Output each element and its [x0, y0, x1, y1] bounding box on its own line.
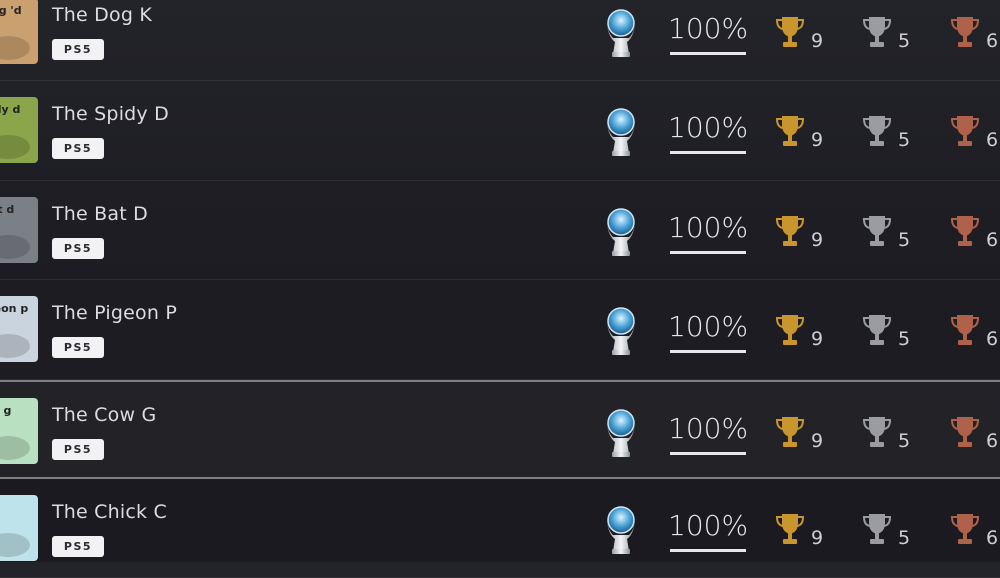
gold-trophy-count: 9 [811, 30, 824, 52]
silver-trophy-icon [863, 116, 891, 147]
platinum-trophy-icon [607, 9, 635, 57]
gold-trophy-count: 9 [811, 526, 824, 549]
platinum-trophy-icon [607, 108, 635, 157]
game-row[interactable]: pidy d The Spidy D PS5 100% [0, 81, 1000, 181]
svg-text:pidy d: pidy d [0, 103, 20, 116]
progress-bar [670, 548, 746, 552]
bronze-trophy-count: 6 [986, 228, 999, 251]
game-thumbnail-image: ow g [0, 397, 38, 464]
gold-trophy-count: 9 [811, 429, 824, 452]
svg-text:Dog 'd: Dog 'd [0, 4, 22, 17]
progress-percentage: 100% [668, 508, 749, 542]
game-title: The Pigeon P [52, 302, 178, 325]
gold-trophy-count: 9 [811, 228, 824, 251]
gold-trophy-count: 9 [811, 129, 824, 152]
bronze-trophy-icon [951, 513, 979, 544]
progress-bar [670, 451, 746, 455]
progress-bar [670, 250, 746, 254]
bronze-trophy-icon [951, 315, 979, 346]
platform-badge: PS5 [52, 39, 104, 60]
progress-bar [670, 350, 746, 354]
silver-trophy-icon [863, 513, 891, 544]
silver-trophy-icon [863, 315, 891, 346]
silver-trophy-count: 5 [898, 328, 911, 351]
progress-percentage: 100% [668, 210, 749, 244]
game-thumbnail [0, 494, 38, 561]
game-thumbnail: Dog 'd [0, 0, 38, 64]
game-thumbnail: igeon p [0, 296, 38, 363]
gold-trophy-icon [776, 17, 804, 47]
bronze-trophy-icon [951, 17, 979, 47]
progress-percentage: 100% [668, 111, 749, 145]
game-thumbnail-image: pidy d [0, 97, 38, 164]
platform-badge: PS5 [52, 138, 104, 160]
game-thumbnail-image [0, 494, 38, 561]
silver-trophy-count: 5 [898, 526, 911, 549]
silver-trophy-icon [863, 215, 891, 246]
gold-trophy-icon [776, 315, 804, 346]
gold-trophy-icon [776, 116, 804, 147]
progress-bar [670, 151, 746, 155]
bronze-trophy-count: 6 [986, 429, 999, 452]
svg-text:igeon p: igeon p [0, 302, 28, 315]
gold-trophy-icon [776, 416, 804, 447]
game-row[interactable]: bat d The Bat D PS5 100% [0, 181, 1000, 281]
game-title: The Dog K [52, 4, 152, 26]
game-thumbnail: bat d [0, 196, 38, 263]
silver-trophy-count: 5 [898, 228, 911, 251]
game-title: The Spidy D [52, 103, 169, 126]
trophy-game-list: Dog 'd The Dog K PS5 100% [0, 0, 1000, 578]
progress-percentage: 100% [668, 411, 749, 445]
silver-trophy-count: 5 [898, 429, 911, 452]
svg-text:bat d: bat d [0, 203, 14, 216]
game-title: The Chick C [52, 500, 167, 523]
platinum-trophy-icon [607, 408, 635, 457]
game-thumbnail-image: bat d [0, 196, 38, 263]
platinum-trophy-icon [607, 506, 635, 554]
platform-badge: PS5 [52, 535, 104, 557]
silver-trophy-icon [863, 17, 891, 47]
bronze-trophy-count: 6 [986, 328, 999, 351]
silver-trophy-count: 5 [898, 30, 911, 52]
platform-badge: PS5 [52, 237, 104, 259]
game-row[interactable]: The Chick C PS5 100% 9 5 6 [0, 479, 1000, 578]
bronze-trophy-count: 6 [986, 526, 999, 549]
game-row[interactable]: ow g The Cow G PS5 100% [0, 379, 1000, 479]
platinum-trophy-icon [607, 208, 635, 256]
game-thumbnail-image: Dog 'd [0, 0, 38, 64]
game-title: The Bat D [52, 202, 148, 225]
bronze-trophy-icon [951, 416, 979, 447]
game-thumbnail: ow g [0, 397, 38, 464]
platinum-trophy-icon [607, 307, 635, 356]
platform-badge: PS5 [52, 337, 104, 359]
svg-text:ow g: ow g [0, 404, 11, 417]
silver-trophy-icon [863, 416, 891, 447]
gold-trophy-icon [776, 215, 804, 246]
bronze-trophy-icon [951, 215, 979, 246]
progress-percentage: 100% [668, 12, 749, 45]
game-row[interactable]: igeon p The Pigeon P PS5 100% [0, 280, 1000, 380]
game-title: The Cow G [52, 403, 157, 426]
game-thumbnail: pidy d [0, 97, 38, 164]
bronze-trophy-count: 6 [986, 129, 999, 152]
bronze-trophy-count: 6 [986, 30, 999, 52]
game-thumbnail-image: igeon p [0, 296, 38, 363]
progress-percentage: 100% [668, 310, 749, 344]
progress-bar [670, 52, 746, 55]
silver-trophy-count: 5 [898, 129, 911, 152]
game-row[interactable]: Dog 'd The Dog K PS5 100% [0, 0, 1000, 82]
gold-trophy-count: 9 [811, 328, 824, 351]
platform-badge: PS5 [52, 438, 104, 460]
gold-trophy-icon [776, 513, 804, 544]
bronze-trophy-icon [951, 116, 979, 147]
